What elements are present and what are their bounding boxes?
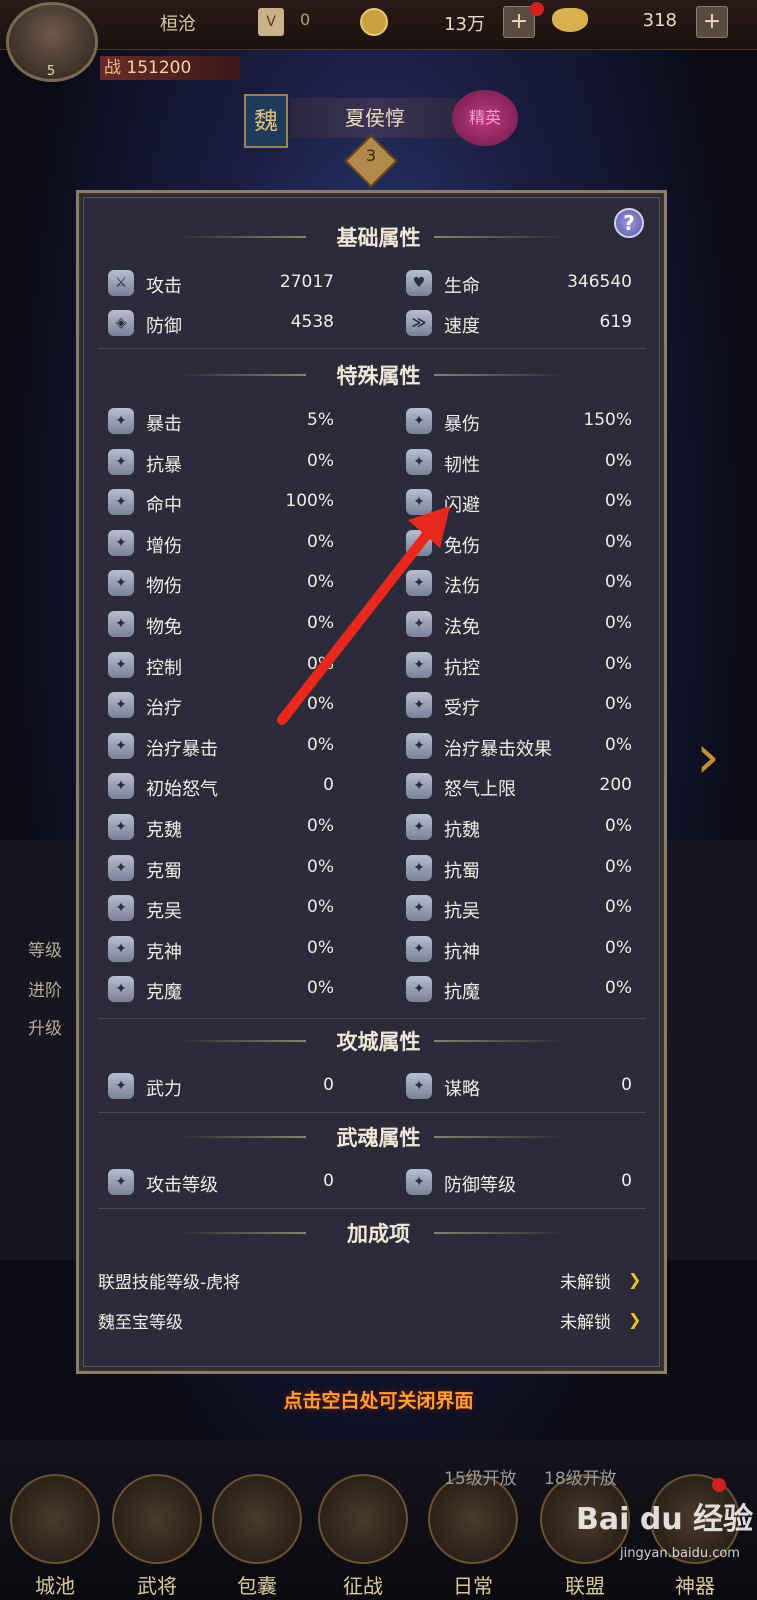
arrow-head: [408, 506, 450, 548]
annotation-arrow: [277, 506, 450, 725]
arrow-shaft: [277, 523, 437, 725]
